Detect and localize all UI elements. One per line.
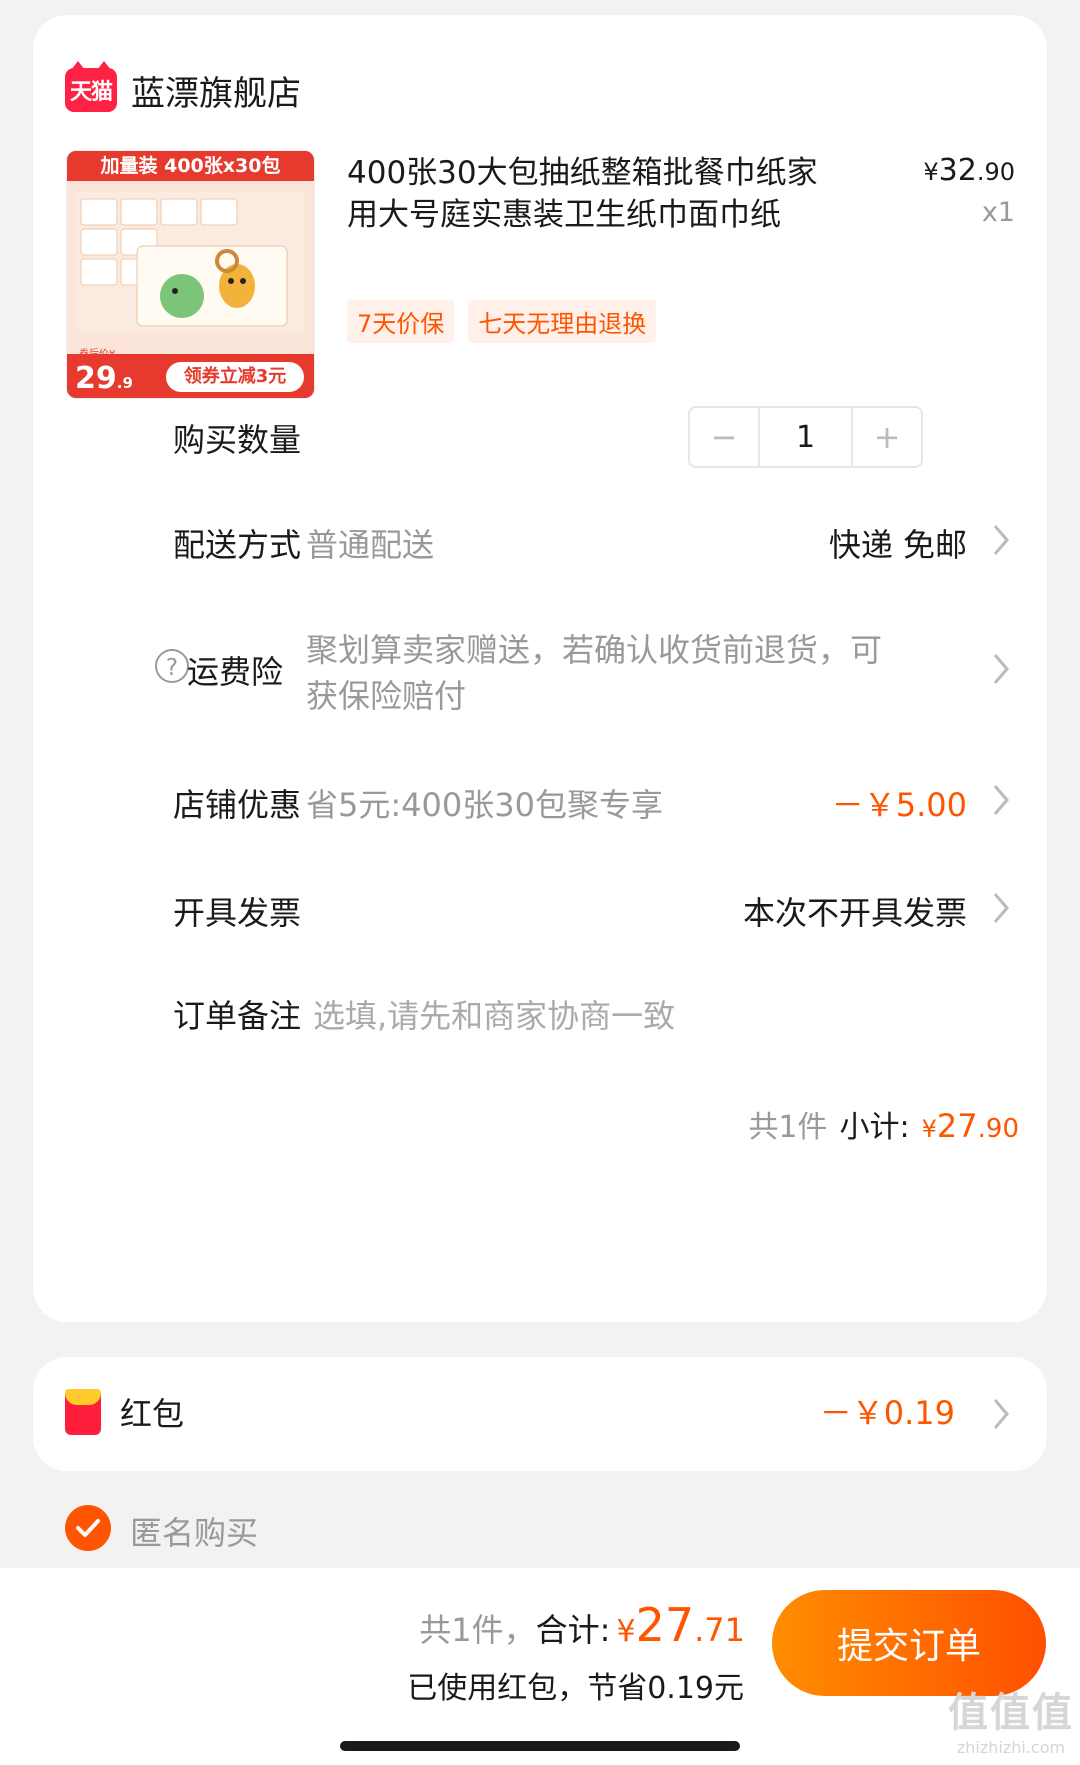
redpack-label: 红包 — [120, 1395, 185, 1433]
quantity-label: 购买数量 — [173, 421, 302, 459]
insurance-chevron-icon[interactable] — [987, 649, 1015, 689]
shop-name[interactable]: 蓝漂旗舰店 — [131, 66, 301, 115]
product-image-illustration — [77, 191, 304, 331]
product-tags: 7天价保 七天无理由退换 — [347, 300, 657, 343]
subtotal-amount-dec: .90 — [977, 1114, 1019, 1144]
product-image[interactable]: 加量装 400张x30包 29.9 领券立减3元 券后价¥ — [66, 150, 315, 399]
invoice-label: 开具发票 — [173, 894, 302, 932]
anonymous-checkbox[interactable] — [65, 1505, 111, 1551]
product-quantity-text: x1 — [981, 197, 1015, 228]
total-amount-dec: .71 — [694, 1611, 745, 1649]
invoice-value[interactable]: 本次不开具发票 — [743, 888, 967, 934]
product-image-banner: 加量装 400张x30包 — [67, 151, 314, 181]
store-discount-label: 店铺优惠 — [173, 786, 302, 824]
product-image-price: 29.9 — [75, 361, 133, 396]
tag-price-protect: 7天价保 — [347, 300, 455, 343]
home-indicator[interactable] — [340, 1741, 740, 1751]
product-image-coupon: 领券立减3元 — [166, 362, 304, 392]
subtotal: 共1件 小计: ¥ 27 .90 — [748, 1102, 1019, 1146]
tmall-logo: 天猫 — [65, 61, 117, 112]
check-icon — [76, 1519, 100, 1537]
subtotal-label: 小计: — [839, 1110, 910, 1145]
delivery-value[interactable]: 快递 免邮 — [829, 520, 967, 566]
insurance-label: 运费险 — [187, 653, 284, 691]
subtotal-amount-int: 27 — [936, 1107, 978, 1145]
delivery-chevron-icon[interactable] — [987, 520, 1015, 560]
total-amount-int: 27 — [635, 1598, 695, 1652]
store-discount-amount[interactable]: －￥5.00 — [832, 780, 967, 826]
checkout-bar: 共1件， 合计: ¥ 27 .71 已使用红包，节省0.19元 提交订单 值值值… — [0, 1568, 1080, 1765]
saved-text: 已使用红包，节省0.19元 — [407, 1671, 744, 1706]
subtotal-count: 共1件 — [748, 1110, 828, 1145]
watermark: 值值值 zhizhizhi.com — [948, 1690, 1074, 1757]
quantity-stepper: − 1 + — [688, 406, 923, 468]
order-note-label: 订单备注 — [173, 997, 302, 1035]
invoice-chevron-icon[interactable] — [987, 888, 1015, 928]
total-line: 共1件， 合计: ¥ 27 .71 — [419, 1598, 745, 1652]
redpack-amount: －￥0.19 — [819, 1394, 955, 1432]
product-image-price-label: 券后价¥ — [79, 349, 116, 360]
total-count: 共1件， — [419, 1611, 536, 1649]
quantity-value[interactable]: 1 — [758, 408, 853, 466]
help-icon[interactable]: ? — [155, 649, 189, 683]
store-discount-chevron-icon[interactable] — [987, 780, 1015, 820]
insurance-description: 聚划算卖家赠送，若确认收货前退货，可 获保险赔付 — [306, 631, 883, 715]
total-label: 合计: — [535, 1611, 611, 1649]
product-image-footer: 29.9 领券立减3元 — [67, 354, 314, 398]
delivery-type: 普通配送 — [306, 526, 435, 564]
quantity-plus-button[interactable]: + — [853, 408, 921, 466]
order-note-input[interactable]: 选填,请先和商家协商一致 — [313, 991, 675, 1037]
redpack-icon — [65, 1389, 101, 1435]
product-title[interactable]: 400张30大包抽纸整箱批餐巾纸家用大号庭实惠装卫生纸巾面巾纸 — [347, 152, 837, 236]
redpack-row[interactable]: 红包 －￥0.19 — [33, 1357, 1047, 1471]
anonymous-label[interactable]: 匿名购买 — [130, 1508, 258, 1554]
delivery-label: 配送方式 — [173, 526, 302, 564]
redpack-chevron-icon[interactable] — [987, 1394, 1015, 1434]
tag-return: 七天无理由退换 — [468, 300, 657, 343]
store-discount-description: 省5元:400张30包聚专享 — [306, 786, 663, 824]
quantity-minus-button[interactable]: − — [690, 408, 758, 466]
shop-order-card: 天猫 蓝漂旗舰店 加量装 400张x30包 29.9 领券立减3元 券后价¥ 4… — [33, 15, 1047, 1322]
product-price: ¥32.90 — [923, 153, 1015, 188]
shop-header[interactable]: 天猫 蓝漂旗舰店 — [65, 55, 301, 125]
